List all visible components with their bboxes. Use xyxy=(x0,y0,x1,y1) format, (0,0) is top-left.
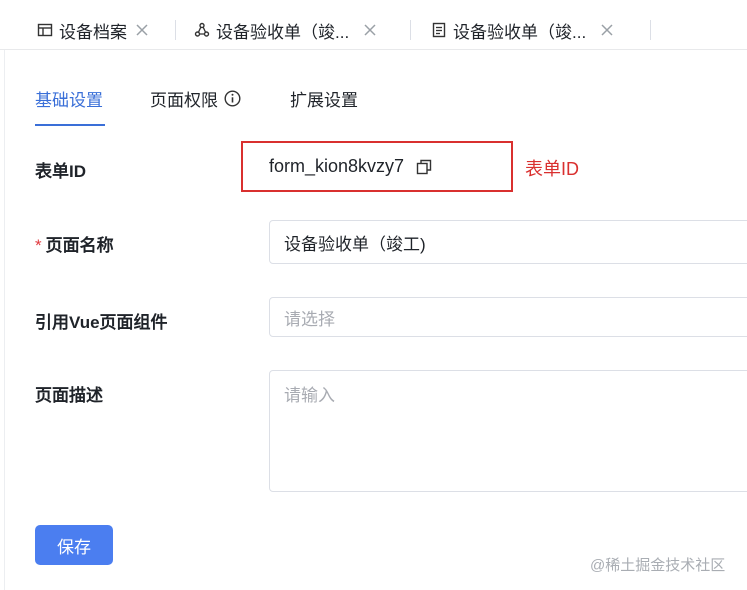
active-tab-indicator xyxy=(35,124,105,126)
page-name-input[interactable]: 设备验收单（竣工) xyxy=(269,220,747,264)
form-id-label: 表单ID xyxy=(35,162,86,181)
save-button[interactable]: 保存 xyxy=(35,525,113,565)
vue-component-label: 引用Vue页面组件 xyxy=(35,313,168,332)
tab-extend-settings[interactable]: 扩展设置 xyxy=(290,86,358,111)
close-icon[interactable] xyxy=(135,23,149,37)
tab-acceptance-form-2[interactable]: 设备验收单（竣... xyxy=(431,16,614,44)
flow-icon xyxy=(194,22,210,38)
table-icon xyxy=(37,22,53,38)
page-description-label: 页面描述 xyxy=(35,386,103,405)
tab-page-permission[interactable]: 页面权限 xyxy=(150,86,241,111)
form-id-value-box: form_kion8kvzy7 xyxy=(241,141,513,192)
tab-basic-settings[interactable]: 基础设置 xyxy=(35,86,103,111)
annotation-label: 表单ID xyxy=(525,159,579,179)
tab-acceptance-form-1[interactable]: 设备验收单（竣... xyxy=(194,16,377,44)
page-name-label-text: 页面名称 xyxy=(45,236,114,255)
tab-divider xyxy=(410,20,411,40)
panel-border xyxy=(4,50,5,590)
required-mark: * xyxy=(35,236,42,255)
tab-page-permission-label: 页面权限 xyxy=(150,91,218,110)
tab-label: 设备档案 xyxy=(59,22,127,42)
document-icon xyxy=(431,22,447,38)
close-icon[interactable] xyxy=(600,23,614,37)
info-icon[interactable] xyxy=(224,90,241,107)
tab-divider xyxy=(650,20,651,40)
tab-equipment-archive[interactable]: 设备档案 xyxy=(37,16,149,44)
close-icon[interactable] xyxy=(363,23,377,37)
watermark: @稀土掘金技术社区 xyxy=(590,557,726,574)
vue-component-select[interactable]: 请选择 xyxy=(269,297,747,337)
page-name-label: * 页面名称 xyxy=(35,231,114,256)
tab-label: 设备验收单（竣... xyxy=(453,22,587,42)
tab-divider xyxy=(175,20,176,40)
form-id-value: form_kion8kvzy7 xyxy=(269,156,405,176)
tab-bar: 设备档案 设备验收单（竣... 设备验收单（竣... xyxy=(0,0,747,50)
tab-label: 设备验收单（竣... xyxy=(216,22,350,42)
copy-icon[interactable] xyxy=(416,159,432,175)
page-description-textarea[interactable]: 请输入 xyxy=(269,370,747,492)
